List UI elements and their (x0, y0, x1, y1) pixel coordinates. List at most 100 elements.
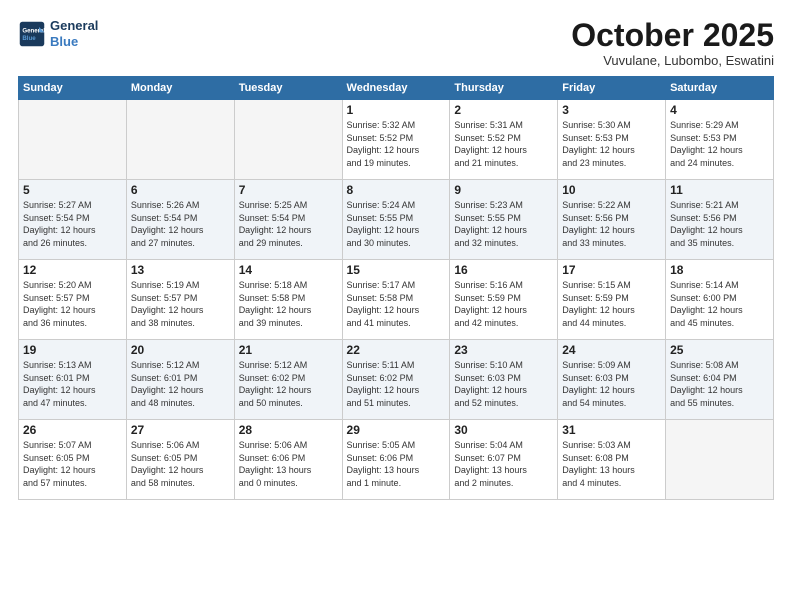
calendar-cell: 1Sunrise: 5:32 AM Sunset: 5:52 PM Daylig… (342, 100, 450, 180)
day-number: 3 (562, 103, 661, 117)
day-info: Sunrise: 5:26 AM Sunset: 5:54 PM Dayligh… (131, 199, 230, 249)
day-info: Sunrise: 5:25 AM Sunset: 5:54 PM Dayligh… (239, 199, 338, 249)
day-info: Sunrise: 5:21 AM Sunset: 5:56 PM Dayligh… (670, 199, 769, 249)
day-info: Sunrise: 5:11 AM Sunset: 6:02 PM Dayligh… (347, 359, 446, 409)
month-title: October 2025 (571, 18, 774, 53)
day-number: 8 (347, 183, 446, 197)
calendar-cell: 27Sunrise: 5:06 AM Sunset: 6:05 PM Dayli… (126, 420, 234, 500)
day-info: Sunrise: 5:31 AM Sunset: 5:52 PM Dayligh… (454, 119, 553, 169)
logo: General Blue General Blue (18, 18, 98, 49)
header-monday: Monday (126, 77, 234, 100)
calendar-cell: 31 Sunrise: 5:03 AM Sunset: 6:08 PM Dayli… (558, 420, 666, 500)
title-block: October 2025 Vuvulane, Lubombo, Eswatini (571, 18, 774, 68)
day-info: Sunrise: 5:08 AM Sunset: 6:04 PM Dayligh… (670, 359, 769, 409)
day-number: 22 (347, 343, 446, 357)
calendar-cell: 20 Sunrise: 5:12 AM Sunset: 6:01 PM Dayli… (126, 340, 234, 420)
day-number: 15 (347, 263, 446, 277)
calendar-table: Sunday Monday Tuesday Wednesday Thursday… (18, 76, 774, 500)
day-info: Sunrise: 5:32 AM Sunset: 5:52 PM Dayligh… (347, 119, 446, 169)
calendar-cell: 25 Sunrise: 5:08 AM Sunset: 6:04 PM Dayli… (666, 340, 774, 420)
day-info: Sunrise: 5:09 AM Sunset: 6:03 PM Dayligh… (562, 359, 661, 409)
logo-icon: General Blue (18, 20, 46, 48)
calendar-cell (666, 420, 774, 500)
calendar-week-4: 19Sunrise: 5:13 AM Sunset: 6:01 PM Dayli… (19, 340, 774, 420)
day-number: 10 (562, 183, 661, 197)
calendar-cell: 19Sunrise: 5:13 AM Sunset: 6:01 PM Dayli… (19, 340, 127, 420)
calendar-cell: 23Sunrise: 5:10 AM Sunset: 6:03 PM Dayli… (450, 340, 558, 420)
day-info: Sunrise: 5:29 AM Sunset: 5:53 PM Dayligh… (670, 119, 769, 169)
calendar-cell: 5Sunrise: 5:27 AM Sunset: 5:54 PM Daylig… (19, 180, 127, 260)
day-number: 17 (562, 263, 661, 277)
logo-line1: General (50, 18, 98, 34)
day-info: Sunrise: 5:14 AM Sunset: 6:00 PM Dayligh… (670, 279, 769, 329)
header-saturday: Saturday (666, 77, 774, 100)
day-info: Sunrise: 5:22 AM Sunset: 5:56 PM Dayligh… (562, 199, 661, 249)
calendar-cell: 15 Sunrise: 5:17 AM Sunset: 5:58 PM Dayli… (342, 260, 450, 340)
calendar-cell: 18 Sunrise: 5:14 AM Sunset: 6:00 PM Dayli… (666, 260, 774, 340)
calendar-cell: 26 Sunrise: 5:07 AM Sunset: 6:05 PM Dayli… (19, 420, 127, 500)
day-info: Sunrise: 5:06 AM Sunset: 6:05 PM Dayligh… (131, 439, 230, 489)
day-info: Sunrise: 5:17 AM Sunset: 5:58 PM Dayligh… (347, 279, 446, 329)
day-number: 7 (239, 183, 338, 197)
day-number: 30 (454, 423, 553, 437)
day-number: 20 (131, 343, 230, 357)
calendar-cell: 22 Sunrise: 5:11 AM Sunset: 6:02 PM Dayli… (342, 340, 450, 420)
calendar-cell: 2Sunrise: 5:31 AM Sunset: 5:52 PM Daylig… (450, 100, 558, 180)
location: Vuvulane, Lubombo, Eswatini (571, 53, 774, 68)
calendar-cell (126, 100, 234, 180)
day-number: 18 (670, 263, 769, 277)
calendar-cell: 10 Sunrise: 5:22 AM Sunset: 5:56 PM Dayli… (558, 180, 666, 260)
day-info: Sunrise: 5:23 AM Sunset: 5:55 PM Dayligh… (454, 199, 553, 249)
day-number: 23 (454, 343, 553, 357)
day-info: Sunrise: 5:07 AM Sunset: 6:05 PM Dayligh… (23, 439, 122, 489)
day-info: Sunrise: 5:06 AM Sunset: 6:06 PM Dayligh… (239, 439, 338, 489)
day-number: 6 (131, 183, 230, 197)
day-number: 21 (239, 343, 338, 357)
calendar-cell: 7 Sunrise: 5:25 AM Sunset: 5:54 PM Daylig… (234, 180, 342, 260)
day-number: 26 (23, 423, 122, 437)
day-number: 24 (562, 343, 661, 357)
calendar-cell: 17Sunrise: 5:15 AM Sunset: 5:59 PM Dayli… (558, 260, 666, 340)
day-number: 13 (131, 263, 230, 277)
day-number: 4 (670, 103, 769, 117)
day-number: 12 (23, 263, 122, 277)
header: General Blue General Blue October 2025 V… (18, 18, 774, 68)
header-friday: Friday (558, 77, 666, 100)
day-info: Sunrise: 5:18 AM Sunset: 5:58 PM Dayligh… (239, 279, 338, 329)
day-info: Sunrise: 5:05 AM Sunset: 6:06 PM Dayligh… (347, 439, 446, 489)
day-info: Sunrise: 5:13 AM Sunset: 6:01 PM Dayligh… (23, 359, 122, 409)
day-info: Sunrise: 5:30 AM Sunset: 5:53 PM Dayligh… (562, 119, 661, 169)
calendar-week-2: 5Sunrise: 5:27 AM Sunset: 5:54 PM Daylig… (19, 180, 774, 260)
day-info: Sunrise: 5:16 AM Sunset: 5:59 PM Dayligh… (454, 279, 553, 329)
day-number: 25 (670, 343, 769, 357)
day-number: 28 (239, 423, 338, 437)
day-info: Sunrise: 5:12 AM Sunset: 6:02 PM Dayligh… (239, 359, 338, 409)
header-tuesday: Tuesday (234, 77, 342, 100)
calendar-cell: 14Sunrise: 5:18 AM Sunset: 5:58 PM Dayli… (234, 260, 342, 340)
calendar-week-5: 26 Sunrise: 5:07 AM Sunset: 6:05 PM Dayli… (19, 420, 774, 500)
calendar-cell: 9 Sunrise: 5:23 AM Sunset: 5:55 PM Daylig… (450, 180, 558, 260)
logo-text: General Blue (50, 18, 98, 49)
day-number: 31 (562, 423, 661, 437)
day-info: Sunrise: 5:03 AM Sunset: 6:08 PM Dayligh… (562, 439, 661, 489)
calendar-cell: 30Sunrise: 5:04 AM Sunset: 6:07 PM Dayli… (450, 420, 558, 500)
header-sunday: Sunday (19, 77, 127, 100)
header-thursday: Thursday (450, 77, 558, 100)
calendar-week-1: 1Sunrise: 5:32 AM Sunset: 5:52 PM Daylig… (19, 100, 774, 180)
calendar-cell: 11Sunrise: 5:21 AM Sunset: 5:56 PM Dayli… (666, 180, 774, 260)
calendar-cell: 21 Sunrise: 5:12 AM Sunset: 6:02 PM Dayli… (234, 340, 342, 420)
day-number: 16 (454, 263, 553, 277)
header-wednesday: Wednesday (342, 77, 450, 100)
calendar-cell: 24 Sunrise: 5:09 AM Sunset: 6:03 PM Dayli… (558, 340, 666, 420)
calendar-cell (19, 100, 127, 180)
calendar-cell: 12 Sunrise: 5:20 AM Sunset: 5:57 PM Dayli… (19, 260, 127, 340)
calendar-cell: 28 Sunrise: 5:06 AM Sunset: 6:06 PM Dayli… (234, 420, 342, 500)
day-number: 9 (454, 183, 553, 197)
day-info: Sunrise: 5:12 AM Sunset: 6:01 PM Dayligh… (131, 359, 230, 409)
calendar-cell (234, 100, 342, 180)
day-number: 29 (347, 423, 446, 437)
calendar-cell: 29 Sunrise: 5:05 AM Sunset: 6:06 PM Dayli… (342, 420, 450, 500)
calendar-cell: 13Sunrise: 5:19 AM Sunset: 5:57 PM Dayli… (126, 260, 234, 340)
logo-line2: Blue (50, 34, 78, 49)
day-info: Sunrise: 5:20 AM Sunset: 5:57 PM Dayligh… (23, 279, 122, 329)
